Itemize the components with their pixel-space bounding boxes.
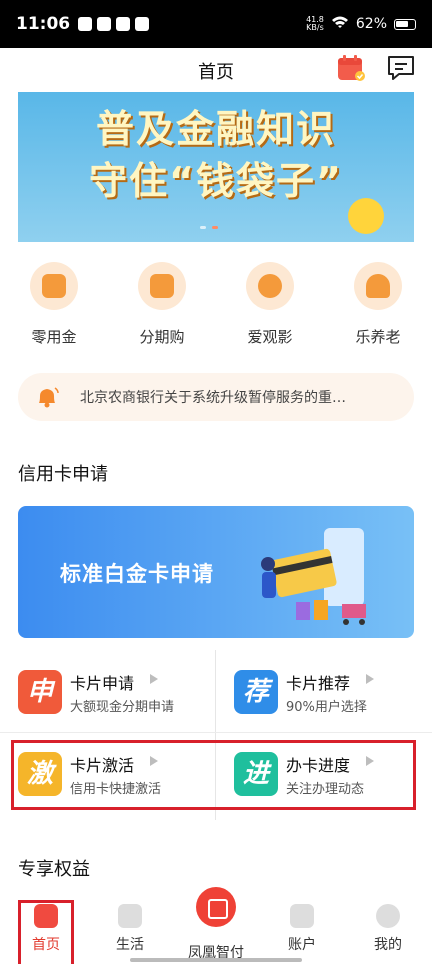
quick-item-label: 零用金 <box>31 328 77 346</box>
quick-item-aiguanying[interactable]: 爱观影 <box>216 262 324 347</box>
highlight-annotation-tab <box>18 900 74 964</box>
carousel-dot-active <box>212 226 218 229</box>
home-indicator <box>130 958 302 962</box>
scan-pay-button[interactable] <box>196 887 236 927</box>
notification-icons <box>78 17 150 31</box>
credit-card-illustration <box>261 528 366 625</box>
installment-cart-icon <box>138 262 186 310</box>
quick-item-label: 爱观影 <box>247 328 293 346</box>
notice-text: 北京农商银行关于系统升级暂停服务的重… <box>80 390 346 406</box>
section-title-benefits: 专享权益 <box>18 859 90 880</box>
shopping-bag-icon <box>118 904 142 928</box>
quick-item-leyanglao[interactable]: 乐养老 <box>324 262 432 347</box>
notification-icon <box>116 17 131 31</box>
card-banner-text: 标准白金卡申请 <box>60 562 214 586</box>
sun-illustration <box>348 198 384 234</box>
item-title: 卡片推荐 <box>286 674 351 693</box>
calendar-icon[interactable] <box>336 54 366 82</box>
network-speed: 41.8 KB/s <box>306 15 324 32</box>
promo-banner[interactable]: 普及金融知识 守住“钱袋子” <box>18 92 414 242</box>
banner-title-line1: 普及金融知识 <box>95 107 336 151</box>
apply-icon: 申 <box>18 670 62 714</box>
carousel-indicator <box>200 226 218 229</box>
arrow-right-icon <box>366 674 374 684</box>
tab-account[interactable]: 账户 <box>272 904 332 954</box>
bell-icon <box>34 384 60 410</box>
arrow-right-icon <box>150 674 158 684</box>
wallet-icon <box>290 904 314 928</box>
card-recommend-item[interactable]: 荐 卡片推荐 90%用户选择 <box>234 666 424 726</box>
tab-mine[interactable]: 我的 <box>358 904 418 954</box>
film-reel-icon <box>246 262 294 310</box>
notification-icon <box>78 17 93 31</box>
notification-icon <box>97 17 112 31</box>
elderly-person-icon <box>354 262 402 310</box>
highlight-annotation-box <box>11 740 416 810</box>
status-time: 11:06 <box>16 14 71 34</box>
wifi-icon <box>331 15 349 33</box>
item-subtitle: 大额现金分期申请 <box>70 700 175 715</box>
battery-percent: 62% <box>355 16 387 32</box>
battery-icon <box>394 18 416 30</box>
message-icon[interactable] <box>386 54 416 82</box>
status-bar: 11:06 41.8 KB/s 62% <box>0 0 432 48</box>
quick-item-label: 分期购 <box>139 328 185 346</box>
user-icon <box>376 904 400 928</box>
credit-card-banner[interactable]: 标准白金卡申请 <box>18 506 414 638</box>
notice-bar[interactable]: 北京农商银行关于系统升级暂停服务的重… <box>18 373 414 421</box>
recommend-icon: 荐 <box>234 670 278 714</box>
banner-title-line2: 守住“钱袋子” <box>89 159 343 203</box>
quick-item-label: 乐养老 <box>355 328 401 346</box>
grid-divider-horizontal <box>0 732 432 733</box>
quick-item-lingyongjin[interactable]: 零用金 <box>0 262 108 347</box>
notification-icon <box>135 17 150 31</box>
section-title-credit: 信用卡申请 <box>18 464 108 485</box>
quick-menu: 零用金 分期购 爱观影 乐养老 <box>0 262 432 347</box>
item-title: 卡片申请 <box>70 674 135 693</box>
page-title: 首页 <box>198 62 234 83</box>
quick-item-fenqigou[interactable]: 分期购 <box>108 262 216 347</box>
header: 首页 <box>0 48 432 92</box>
money-bag-icon <box>30 262 78 310</box>
carousel-dot <box>200 226 206 229</box>
item-subtitle: 90%用户选择 <box>286 700 367 715</box>
tab-life[interactable]: 生活 <box>100 904 160 954</box>
card-apply-item[interactable]: 申 卡片申请 大额现金分期申请 <box>18 666 208 726</box>
